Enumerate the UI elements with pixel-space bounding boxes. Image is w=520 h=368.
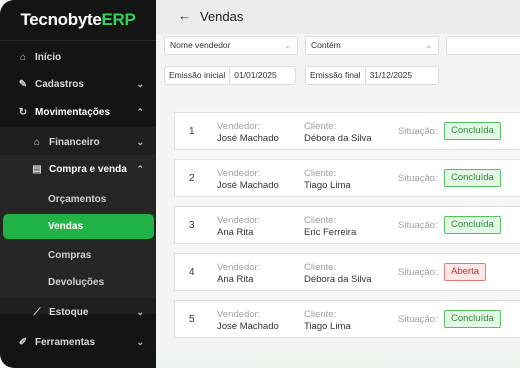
receipt-icon: ▤ (32, 163, 42, 175)
chevron-down-icon: ⌄ (136, 336, 144, 347)
sidebar-item-compra-e-venda[interactable]: ▤ Compra e venda ⌃ (0, 156, 156, 182)
bank-icon: ⌂ (33, 136, 41, 148)
sidebar-divider (0, 40, 156, 41)
chart-icon: ⟋ (33, 306, 41, 318)
sidebar-item-estoque[interactable]: ⟋ Estoque ⌄ (0, 299, 156, 325)
chevron-up-icon: ⌃ (136, 106, 144, 117)
field-select[interactable]: Nome vendedor ⌄ (164, 36, 298, 55)
list-item[interactable]: 5 Vendedor: José Machado Cliente: Tiago … (174, 300, 520, 338)
chevron-down-icon: ⌄ (136, 78, 144, 89)
status-badge: Concluída (444, 310, 501, 328)
chevron-down-icon: ⌄ (425, 41, 432, 50)
list-item[interactable]: 3 Vendedor: Ana Rita Cliente: Eric Ferre… (174, 206, 520, 244)
sidebar-item-devolucoes[interactable]: Devoluções (0, 269, 156, 295)
status-badge: Concluída (444, 216, 501, 234)
chevron-up-icon: ⌃ (136, 163, 144, 174)
filter-bar: Nome vendedor ⌄ Contém ⌄ Emissão inicial… (156, 34, 520, 94)
page-title: Vendas (200, 9, 244, 24)
home-icon: ⌂ (19, 51, 27, 63)
status-badge: Concluída (444, 122, 501, 140)
status-badge: Concluída (444, 169, 501, 187)
end-date-field[interactable]: Emissão final 31/12/2025 (305, 66, 439, 85)
sidebar-item-compras[interactable]: Compras (0, 242, 156, 268)
status-badge: Aberta (444, 263, 486, 281)
sidebar-item-cadastros[interactable]: ✎ Cadastros ⌄ (0, 71, 156, 97)
sidebar-item-movimentacoes[interactable]: ↻ Movimentações ⌃ (0, 99, 156, 125)
sidebar-item-vendas[interactable]: Vendas (3, 214, 154, 239)
pencil-icon: ✎ (18, 78, 28, 90)
chevron-down-icon: ⌄ (136, 306, 144, 317)
app-logo: TecnobyteERP (20, 10, 136, 29)
sidebar-item-orcamentos[interactable]: Orçamentos (0, 186, 156, 212)
chevron-down-icon: ⌄ (136, 136, 144, 147)
operator-select[interactable]: Contém ⌄ (305, 36, 439, 55)
sidebar: TecnobyteERP ⌂ Início ✎ Cadastros ⌄ ↻ Mo… (0, 0, 156, 368)
list-item[interactable]: 4 Vendedor: Ana Rita Cliente: Débora da … (174, 253, 520, 291)
app-window: TecnobyteERP ⌂ Início ✎ Cadastros ⌄ ↻ Mo… (0, 0, 520, 368)
bottom-gradient (156, 341, 520, 368)
search-input[interactable] (446, 36, 520, 55)
back-arrow-icon[interactable]: ← (178, 8, 191, 23)
start-date-field[interactable]: Emissão inicial 01/01/2025 (164, 66, 296, 85)
sidebar-item-financeiro[interactable]: ⌂ Financeiro ⌄ (0, 129, 156, 155)
chevron-down-icon: ⌄ (284, 41, 291, 50)
list-item[interactable]: 1 Vendedor: José Machado Cliente: Débora… (174, 112, 520, 150)
header-bar: ← Vendas (156, 0, 520, 34)
list-item[interactable]: 2 Vendedor: José Machado Cliente: Tiago … (174, 159, 520, 197)
sync-icon: ↻ (18, 106, 28, 118)
wrench-icon: ✐ (18, 336, 28, 348)
sidebar-item-inicio[interactable]: ⌂ Início (0, 44, 156, 70)
sales-list: 1 Vendedor: José Machado Cliente: Débora… (174, 111, 520, 341)
sidebar-item-ferramentas[interactable]: ✐ Ferramentas ⌄ (0, 329, 156, 355)
main-content: ← Vendas Nome vendedor ⌄ Contém ⌄ Emissã… (156, 0, 520, 368)
